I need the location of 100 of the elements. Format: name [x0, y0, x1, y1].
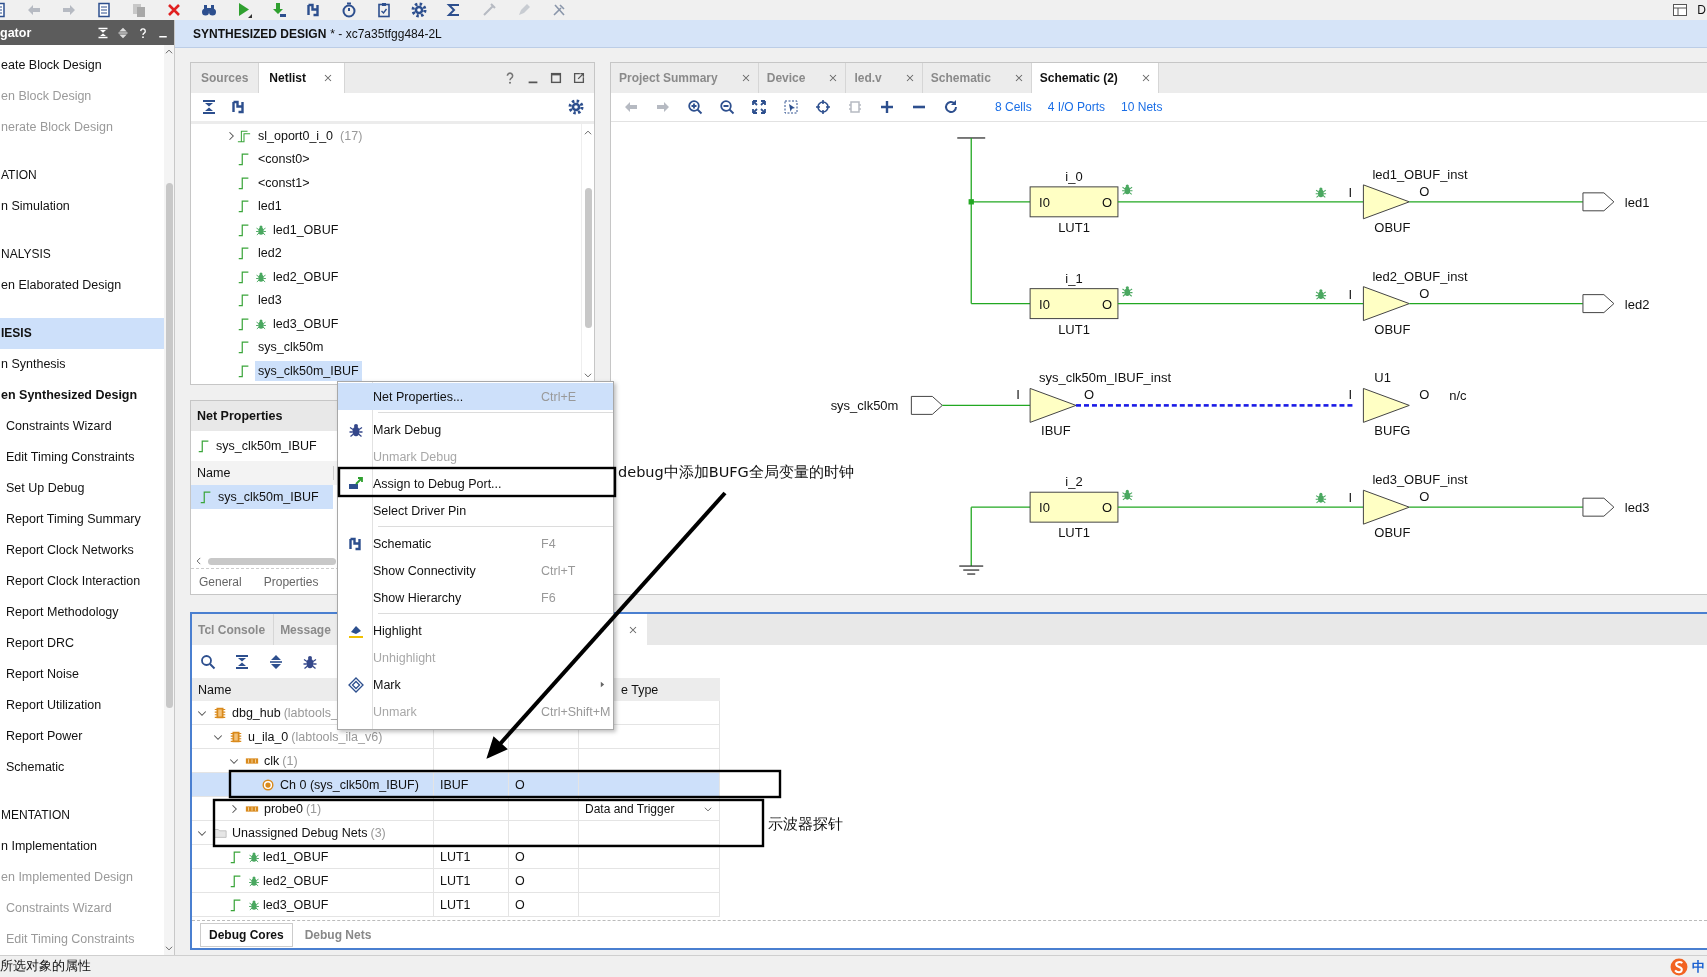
section-header[interactable]: NALYSIS — [0, 239, 164, 270]
nav-item[interactable]: Report Timing Summary — [0, 504, 164, 535]
clipboard-icon[interactable] — [376, 2, 392, 18]
nav-item[interactable]: Set Up Debug — [0, 473, 164, 504]
scroll-up-icon[interactable] — [583, 128, 593, 138]
sigma-icon[interactable] — [446, 2, 462, 18]
menu-item[interactable]: Assign to Debug Port... — [338, 470, 613, 497]
table-row[interactable]: led3_OBUF LUT1 O — [192, 893, 720, 917]
tree-item[interactable]: <const1> — [255, 172, 313, 193]
stat-link[interactable]: 10 Nets — [1121, 100, 1163, 114]
help-icon[interactable] — [137, 26, 149, 39]
tree-item[interactable]: dbg_hub — [232, 705, 281, 720]
nav-item[interactable]: Report Noise — [0, 659, 164, 690]
nav-item[interactable]: Edit Timing Constraints — [0, 442, 164, 473]
tree-item[interactable]: led2_OBUF — [270, 266, 342, 287]
tree-item[interactable]: <const0> — [255, 149, 313, 170]
collapse-all-icon[interactable] — [234, 653, 250, 670]
schematic-icon[interactable] — [231, 99, 247, 115]
bug-icon[interactable] — [302, 653, 318, 670]
tree-item[interactable]: led3_OBUF — [270, 313, 342, 334]
tree-item[interactable]: led1_OBUF — [270, 219, 342, 240]
nav-item[interactable]: en Elaborated Design — [0, 270, 164, 301]
nav-item[interactable]: Report Clock Interaction — [0, 566, 164, 597]
table-row[interactable]: Unassigned Debug Nets (3) — [192, 821, 720, 845]
float-icon[interactable] — [572, 71, 586, 85]
tab[interactable]: Schematic (2) — [1031, 63, 1159, 93]
nav-item[interactable]: Report Power — [0, 721, 164, 752]
menu-item[interactable]: Show Hierarchy F6 — [338, 584, 613, 611]
section-header[interactable]: ATION — [0, 160, 164, 191]
cross-icon[interactable] — [166, 2, 182, 18]
table-row[interactable]: probe0 (1) Data and Trigger — [192, 797, 720, 821]
expand-all-icon[interactable] — [117, 26, 129, 39]
tree-item[interactable]: sys_clk50m_IBUF — [255, 360, 362, 381]
section-header[interactable]: MENTATION — [0, 800, 164, 831]
ime-label[interactable]: 中 — [1692, 957, 1705, 976]
dropdown[interactable]: Data and Trigger — [585, 801, 713, 816]
nav-item[interactable]: Constraints Wizard — [0, 411, 164, 442]
tab[interactable]: Properties — [263, 574, 319, 589]
zoom-in-icon[interactable] — [687, 99, 703, 115]
nav-item[interactable]: Report Utilization — [0, 690, 164, 721]
table-row[interactable]: led1_OBUF LUT1 O — [192, 845, 720, 869]
nav-item[interactable]: en Synthesized Design — [0, 380, 164, 411]
table-row[interactable]: led2_OBUF LUT1 O — [192, 869, 720, 893]
tree-item[interactable]: led1 — [255, 196, 285, 217]
nav-item[interactable]: Report Methodology — [0, 597, 164, 628]
nav-item[interactable]: Report Clock Networks — [0, 535, 164, 566]
crosshair-icon[interactable] — [815, 99, 831, 115]
tree-item[interactable]: u_ila_0 — [248, 729, 289, 744]
section-header[interactable]: IESIS — [0, 318, 164, 349]
menu-item[interactable]: Net Properties... Ctrl+E — [338, 383, 613, 410]
stopwatch-icon[interactable] — [341, 2, 357, 18]
search-icon[interactable] — [200, 653, 216, 670]
plus-icon[interactable] — [879, 99, 895, 115]
collapse-all-icon[interactable] — [201, 99, 217, 115]
tree-item[interactable]: sl_oport0_i_0 — [255, 125, 337, 146]
tab[interactable]: Netlist — [259, 63, 346, 93]
tree-item[interactable]: led3_OBUF — [263, 897, 329, 912]
settings-icon[interactable] — [411, 2, 427, 18]
maximize-icon[interactable] — [549, 71, 563, 85]
menu-item[interactable]: Show Connectivity Ctrl+T — [338, 557, 613, 584]
stat-link[interactable]: 8 Cells — [995, 100, 1032, 114]
fit-icon[interactable] — [751, 99, 767, 115]
tab[interactable]: Debug Nets — [296, 923, 380, 946]
play-icon[interactable] — [236, 2, 252, 18]
nav-item[interactable]: eate Block Design — [0, 50, 164, 81]
tree-item[interactable]: sys_clk50m — [255, 337, 327, 358]
ime-icon[interactable] — [1670, 957, 1688, 976]
tab[interactable]: Debug Cores — [200, 922, 293, 947]
tree-item[interactable]: probe0 — [264, 801, 303, 816]
select-icon[interactable] — [783, 99, 799, 115]
tool-icon[interactable] — [551, 2, 567, 18]
stat-link[interactable]: 4 I/O Ports — [1047, 100, 1106, 114]
menu-item[interactable]: Highlight — [338, 617, 613, 644]
table-row[interactable]: sys_clk50m_IBUF — [191, 485, 333, 509]
refresh-icon[interactable] — [943, 99, 959, 115]
tree-item[interactable]: clk — [264, 753, 280, 768]
scroll-up-icon[interactable] — [164, 47, 174, 57]
tree-item[interactable]: led2_OBUF — [263, 873, 329, 888]
scrollbar-thumb[interactable] — [165, 183, 173, 708]
settings-icon[interactable] — [568, 99, 584, 115]
document-icon[interactable] — [96, 2, 112, 18]
download-icon[interactable] — [271, 2, 287, 18]
nav-item[interactable]: n Implementation — [0, 831, 164, 862]
nav-item[interactable]: Schematic — [0, 752, 164, 783]
layout-label[interactable]: D — [1697, 3, 1706, 17]
menu-item[interactable]: Mark — [338, 671, 613, 698]
menu-item[interactable]: Schematic F4 — [338, 530, 613, 557]
layout-icon[interactable] — [1672, 2, 1689, 18]
tree-item[interactable]: Unassigned Debug Nets — [232, 825, 368, 840]
nav-item[interactable]: Report DRC — [0, 628, 164, 659]
tree-item[interactable]: led2 — [255, 243, 285, 264]
tree-item[interactable]: led3 — [255, 290, 285, 311]
binoculars-icon[interactable] — [201, 2, 217, 18]
schematic-icon[interactable] — [306, 2, 322, 18]
scroll-left-icon[interactable] — [194, 556, 204, 566]
scrollbar-thumb[interactable] — [584, 188, 592, 328]
zoom-out-icon[interactable] — [719, 99, 735, 115]
tab[interactable]: General — [199, 574, 242, 589]
nav-item[interactable]: n Simulation — [0, 191, 164, 222]
nav-item[interactable]: n Synthesis — [0, 349, 164, 380]
